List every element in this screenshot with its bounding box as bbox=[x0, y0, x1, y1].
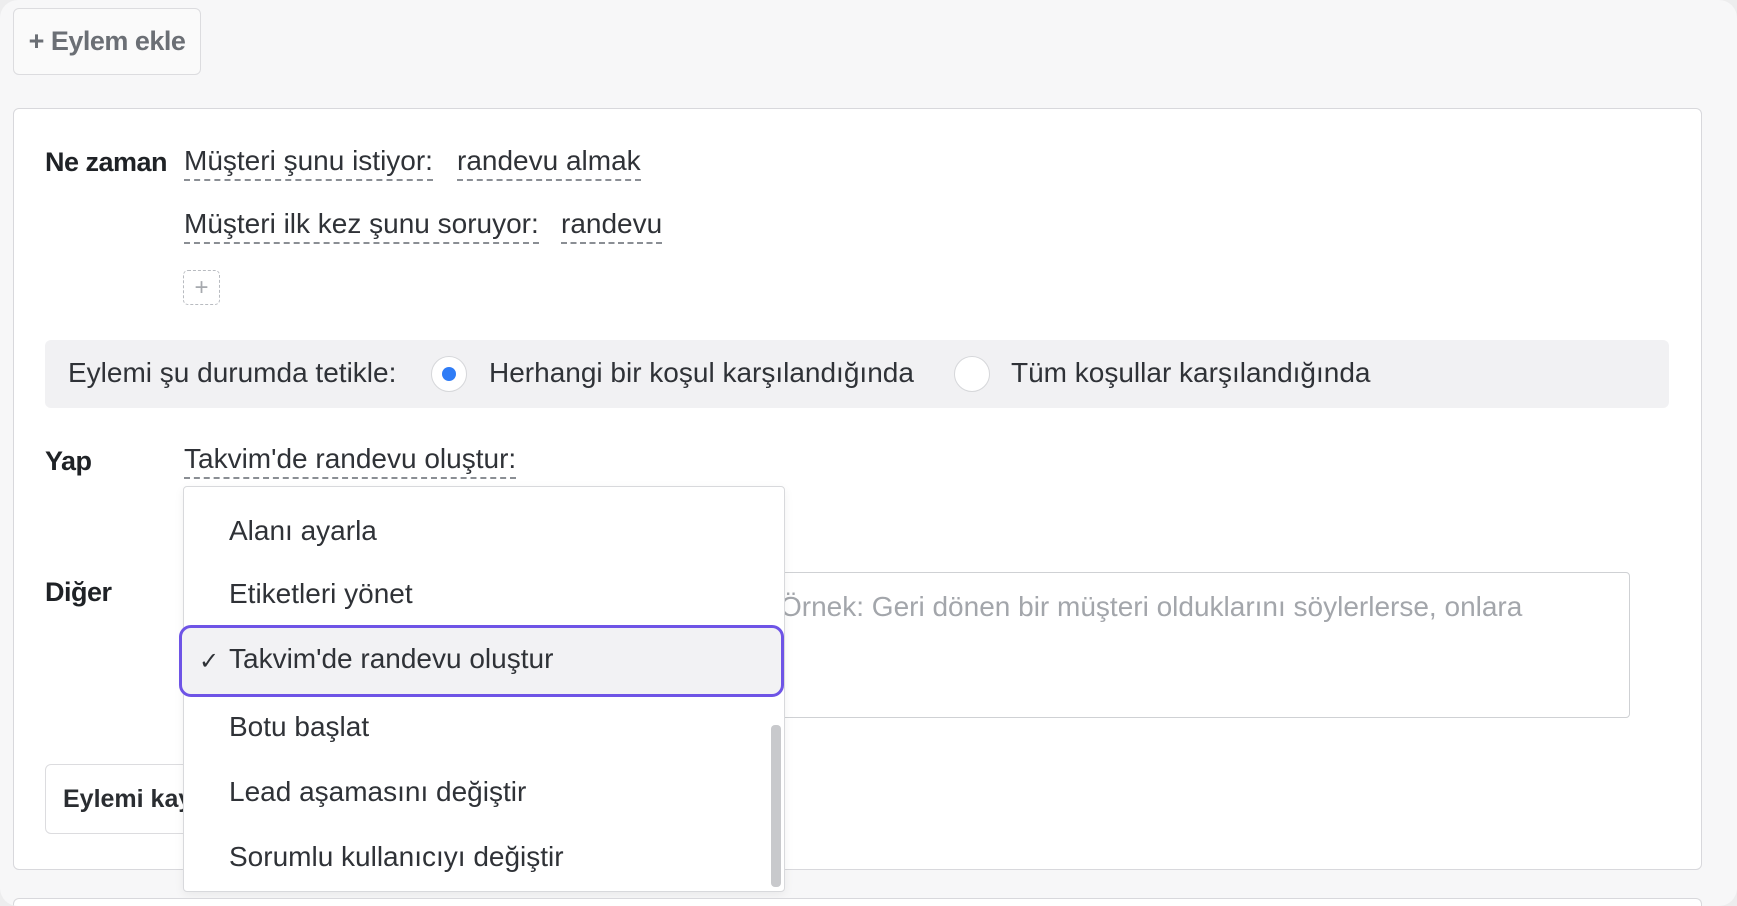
condition-2-field[interactable]: Müşteri ilk kez şunu soruyor: bbox=[184, 208, 539, 244]
add-condition-button[interactable]: + bbox=[183, 270, 220, 305]
radio-selected-dot bbox=[442, 367, 456, 381]
check-icon: ✓ bbox=[199, 648, 220, 675]
add-action-button[interactable]: + Eylem ekle bbox=[13, 8, 201, 75]
do-label: Yap bbox=[45, 446, 92, 476]
radio-any-condition-label[interactable]: Herhangi bir koşul karşılandığında bbox=[489, 357, 914, 389]
dropdown-item-create-appointment-label: Takvim'de randevu oluştur bbox=[229, 643, 554, 674]
radio-all-conditions-label[interactable]: Tüm koşullar karşılandığında bbox=[1011, 357, 1371, 389]
other-textarea[interactable]: Örnek: Geri dönen bir müşteri oldukların… bbox=[757, 572, 1630, 718]
dropdown-scrollbar[interactable] bbox=[771, 725, 781, 887]
action-dropdown-menu: Alanı ayarla Etiketleri yönet ✓ Takvim'd… bbox=[179, 486, 785, 892]
dropdown-item-manage-tags[interactable]: Etiketleri yönet bbox=[229, 578, 413, 610]
dropdown-item-set-field[interactable]: Alanı ayarla bbox=[229, 515, 377, 547]
automation-editor: + Eylem ekle Ne zaman Müşteri şunu istiy… bbox=[0, 0, 1737, 906]
when-label: Ne zaman bbox=[45, 147, 168, 177]
plus-icon: + bbox=[194, 273, 209, 301]
trigger-label: Eylemi şu durumda tetikle: bbox=[68, 357, 397, 388]
dropdown-item-start-bot[interactable]: Botu başlat bbox=[229, 711, 369, 743]
do-action-select[interactable]: Takvim'de randevu oluştur: bbox=[184, 443, 517, 479]
condition-1-value[interactable]: randevu almak bbox=[457, 145, 641, 181]
trigger-bar: Eylemi şu durumda tetikle: Herhangi bir … bbox=[45, 340, 1669, 408]
condition-1-field[interactable]: Müşteri şunu istiyor: bbox=[184, 145, 433, 181]
next-card-edge bbox=[13, 898, 1702, 906]
radio-all-conditions[interactable] bbox=[954, 356, 990, 392]
dropdown-item-change-responsible-user[interactable]: Sorumlu kullanıcıyı değiştir bbox=[229, 841, 564, 873]
dropdown-item-change-lead-stage[interactable]: Lead aşamasını değiştir bbox=[229, 776, 526, 808]
other-label: Diğer bbox=[45, 577, 112, 607]
dropdown-item-create-appointment[interactable]: ✓ Takvim'de randevu oluştur bbox=[179, 625, 784, 697]
condition-2-value[interactable]: randevu bbox=[561, 208, 663, 244]
radio-any-condition[interactable] bbox=[431, 356, 467, 392]
other-textarea-placeholder: Örnek: Geri dönen bir müşteri oldukların… bbox=[780, 591, 1523, 622]
